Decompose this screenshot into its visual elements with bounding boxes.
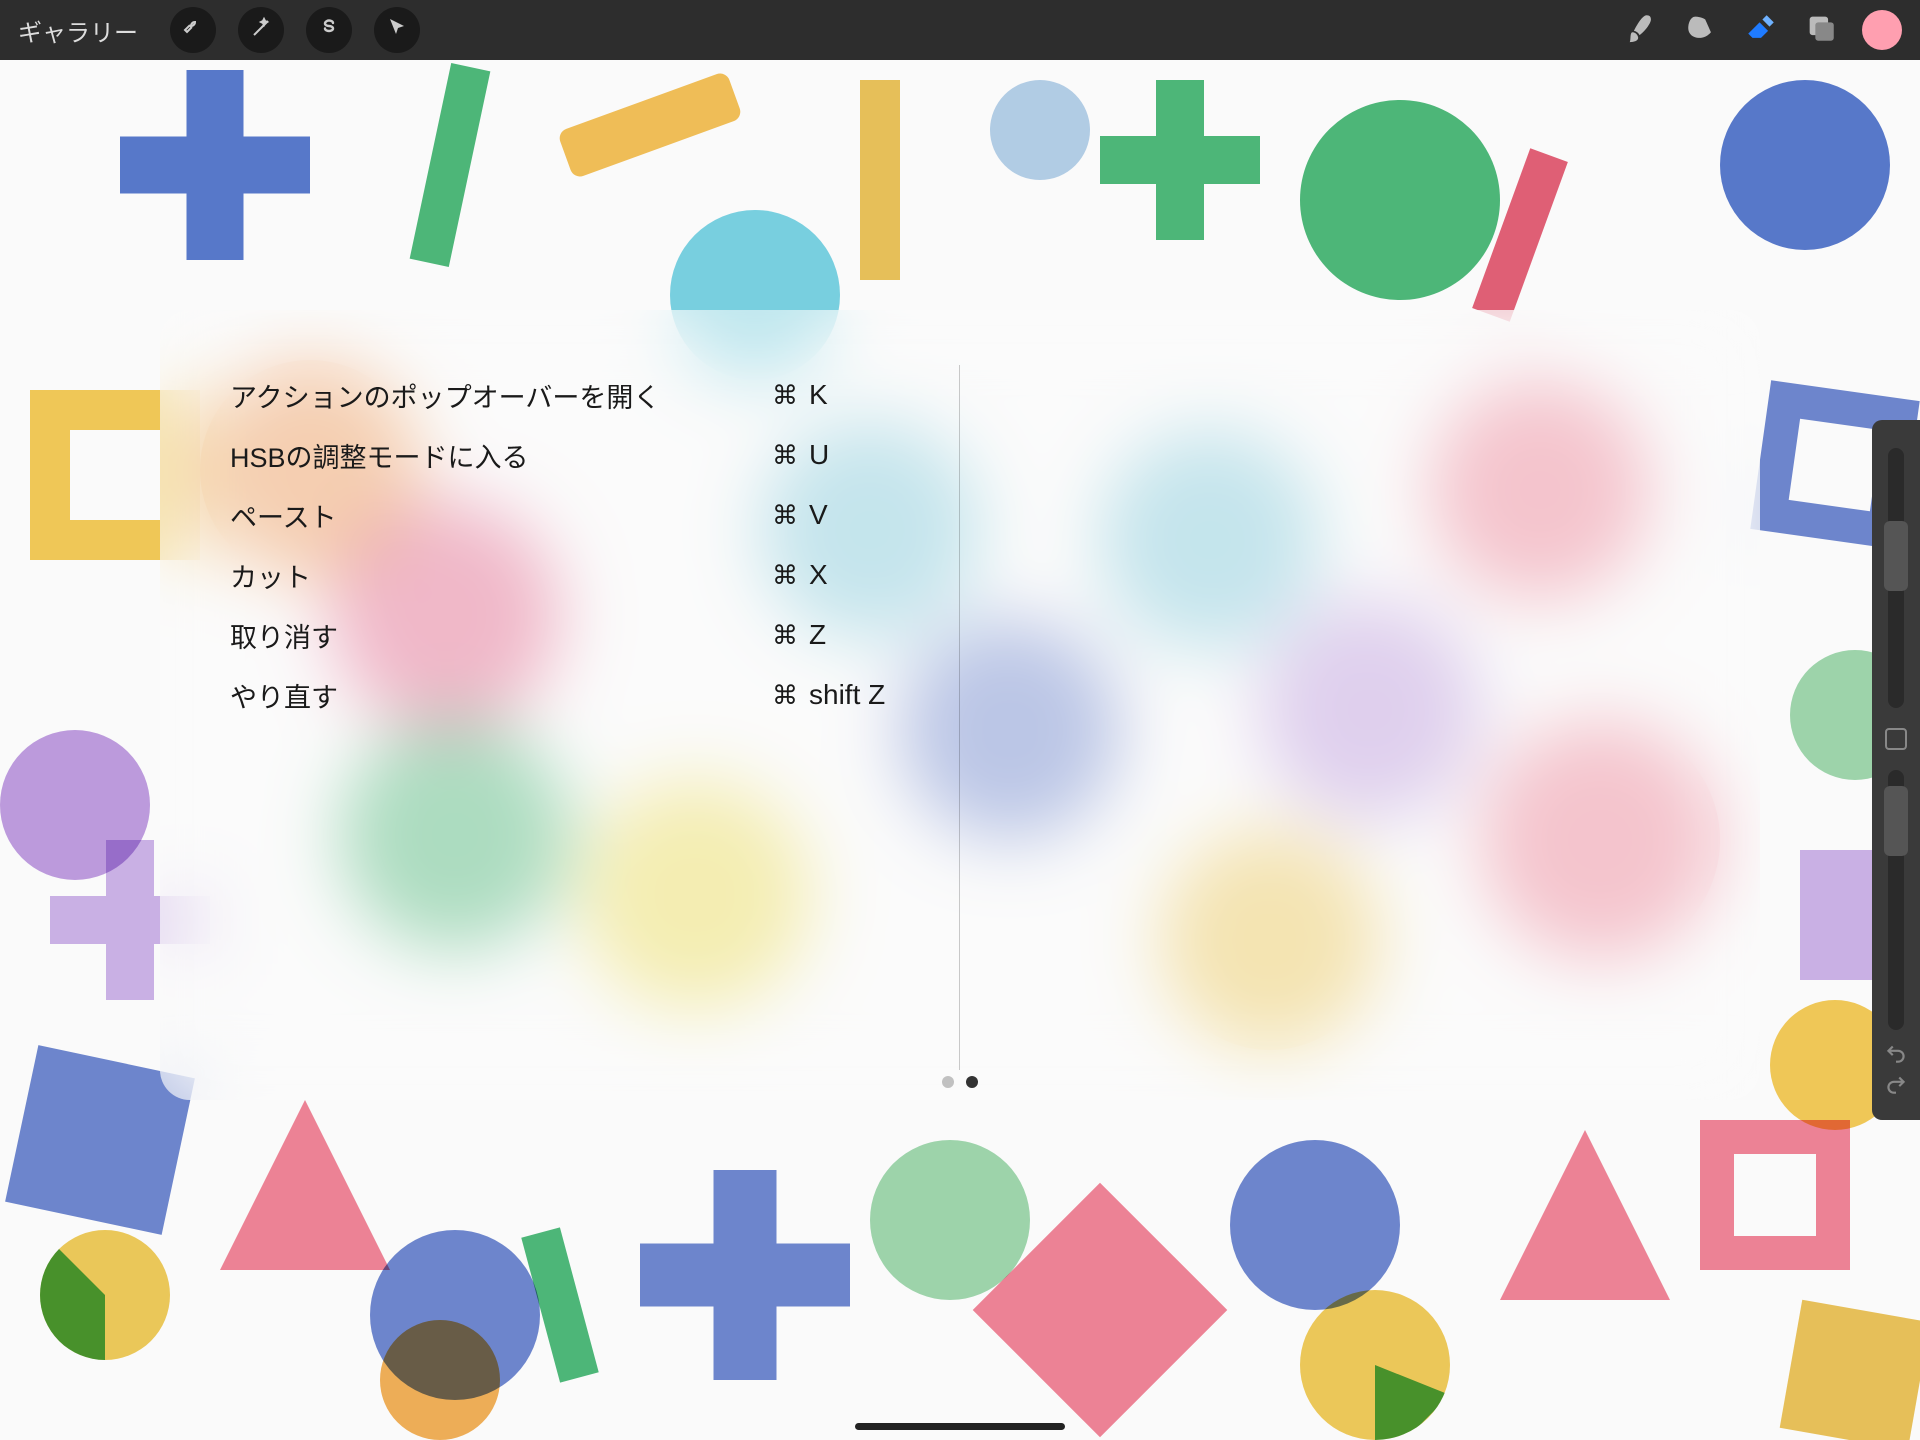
home-indicator[interactable] [855, 1423, 1065, 1430]
brush-size-slider[interactable] [1888, 448, 1904, 708]
layers-icon [1804, 11, 1838, 50]
wand-icon [249, 16, 273, 45]
undo-button[interactable] [1883, 1040, 1909, 1071]
top-toolbar: ギャラリー [0, 0, 1920, 60]
gallery-button[interactable]: ギャラリー [18, 13, 138, 48]
layers-button[interactable] [1802, 11, 1840, 49]
brush-button[interactable] [1622, 11, 1660, 49]
selection-s-icon [317, 16, 341, 45]
redo-icon [1883, 1084, 1909, 1101]
shortcut-row: 取り消す ⌘Z [230, 605, 929, 665]
color-swatch-button[interactable] [1862, 10, 1902, 50]
actions-button[interactable] [170, 7, 216, 53]
shortcut-label: やり直す [230, 676, 769, 715]
eraser-icon [1744, 11, 1778, 50]
modify-button[interactable] [1885, 728, 1907, 750]
shortcut-row: カット ⌘X [230, 545, 929, 605]
brush-opacity-slider[interactable] [1888, 770, 1904, 1030]
arrow-cursor-icon [385, 16, 409, 45]
side-slider-panel [1872, 420, 1920, 1120]
transform-button[interactable] [374, 7, 420, 53]
shortcut-row: アクションのポップオーバーを開く ⌘K [230, 365, 929, 425]
smudge-button[interactable] [1682, 11, 1720, 49]
shortcut-label: ペースト [230, 496, 769, 535]
adjustments-button[interactable] [238, 7, 284, 53]
shortcut-label: カット [230, 556, 769, 595]
wrench-icon [181, 16, 205, 45]
redo-button[interactable] [1883, 1071, 1909, 1102]
pager-dot[interactable] [942, 1076, 954, 1088]
overlay-pager[interactable] [942, 1076, 978, 1088]
shortcuts-column-right [960, 365, 1690, 1070]
keyboard-shortcuts-overlay: アクションのポップオーバーを開く ⌘K HSBの調整モードに入る ⌘U ペースト… [160, 310, 1760, 1100]
shortcut-label: 取り消す [230, 616, 769, 655]
smudge-icon [1684, 11, 1718, 50]
pager-dot[interactable] [966, 1076, 978, 1088]
shortcut-label: HSBの調整モードに入る [230, 436, 769, 475]
shortcut-label: アクションのポップオーバーを開く [230, 376, 769, 415]
eraser-button[interactable] [1742, 11, 1780, 49]
undo-icon [1883, 1053, 1909, 1070]
shortcuts-column-left: アクションのポップオーバーを開く ⌘K HSBの調整モードに入る ⌘U ペースト… [230, 365, 960, 1070]
shortcut-row: やり直す ⌘shift Z [230, 665, 929, 725]
brush-icon [1624, 11, 1658, 50]
shortcut-row: HSBの調整モードに入る ⌘U [230, 425, 929, 485]
selection-button[interactable] [306, 7, 352, 53]
shortcut-row: ペースト ⌘V [230, 485, 929, 545]
